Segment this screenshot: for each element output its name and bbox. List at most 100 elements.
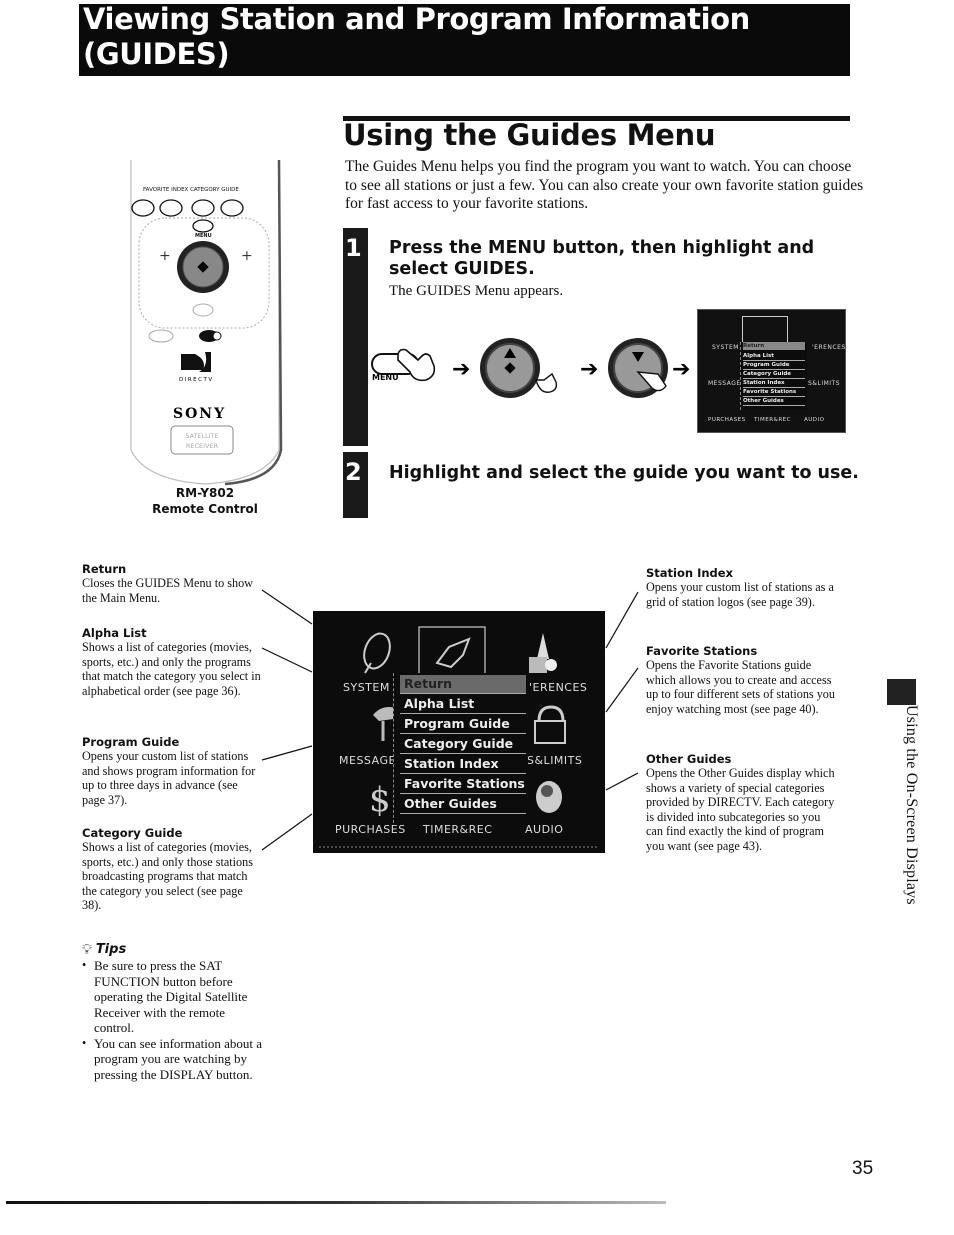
guides-submenu: Return Alpha List Program Guide Category… <box>393 673 528 823</box>
menu-item-favorite-stations[interactable]: Favorite Stations <box>400 775 526 794</box>
power-switch-icon[interactable] <box>199 330 222 342</box>
step-1-number: 1 <box>345 234 362 262</box>
lock-icon <box>534 705 566 744</box>
favorite-button[interactable] <box>131 199 155 217</box>
mini-menu-item: Alpha List <box>743 352 805 361</box>
annotation-station-index: Station Index Opens your custom list of … <box>646 566 836 609</box>
callout-line-alpha-list <box>261 647 313 673</box>
label-system: SYSTEM <box>343 681 390 694</box>
arrow-icon: ➔ <box>580 357 598 382</box>
annotation-title: Category Guide <box>82 826 183 840</box>
preferences-icon <box>529 633 557 673</box>
pointing-hand-icon <box>535 372 558 393</box>
directional-pad-select-icon <box>608 338 668 398</box>
label-preferences: 'ERENCES <box>529 681 588 694</box>
badge-line1: SATELLITE <box>185 432 219 440</box>
annotation-body: Shows a list of categories (movies, spor… <box>82 840 253 912</box>
label-locks-limits: S&LIMITS <box>527 754 583 767</box>
arrow-icon: ➔ <box>452 357 470 382</box>
remote-body: + + DIRECTV SONY SATELLITE RECEIVER <box>130 159 283 486</box>
step-1-subtext: The GUIDES Menu appears. <box>389 283 564 299</box>
mini-label-timer: TIMER&REC <box>754 417 791 423</box>
page-number: 35 <box>852 1158 874 1179</box>
index-label: INDEX <box>171 187 189 193</box>
section-thumb-tab <box>887 679 916 705</box>
annotation-title: Favorite Stations <box>646 644 758 658</box>
index-button[interactable] <box>159 199 183 217</box>
chapter-title-banner: Viewing Station and Program Information … <box>79 2 850 76</box>
satellite-dish-icon <box>363 632 391 674</box>
menu-navigation-diagram: MENU ➔ ➔ ➔ <box>371 338 690 398</box>
sony-logo: SONY <box>173 406 226 422</box>
callout-line-favorite-stations <box>605 667 639 713</box>
annotation-body: Closes the GUIDES Menu to show the Main … <box>82 576 253 605</box>
callout-line-category-guide <box>261 813 313 851</box>
svg-text:$: $ <box>369 780 391 820</box>
annotation-other-guides: Other Guides Opens the Other Guides disp… <box>646 752 836 853</box>
bullet: • <box>82 958 87 972</box>
annotation-body: Opens your custom list of stations and s… <box>82 749 256 807</box>
menu-item-station-index[interactable]: Station Index <box>400 755 526 774</box>
footer-rule <box>6 1201 666 1204</box>
guide-label: GUIDE <box>221 187 239 193</box>
section-title: Using the Guides Menu <box>343 118 716 152</box>
remote-control-illustration: + + DIRECTV SONY SATELLITE RECEIVER FAVO… <box>125 150 285 490</box>
step-1-bar: 1 <box>343 228 368 446</box>
step-2-heading: Highlight and select the guide you want … <box>389 463 859 483</box>
menu-item-program-guide[interactable]: Program Guide <box>400 715 526 734</box>
annotation-category-guide: Category Guide Shows a list of categorie… <box>82 826 262 913</box>
guides-menu-thumbnail: SYSTEM 'ERENCES MESSAGES S&LIMITS PURCHA… <box>697 309 846 433</box>
annotation-body: Opens the Other Guides display which sho… <box>646 766 835 853</box>
callout-line-return <box>261 589 313 625</box>
directv-text: DIRECTV <box>179 377 214 383</box>
mini-label-audio: AUDIO <box>804 417 825 423</box>
section-side-label: Using the On-Screen Displays <box>903 705 920 905</box>
category-button[interactable] <box>191 199 215 217</box>
mini-menu-item: Other Guides <box>743 397 805 406</box>
annotation-title: Program Guide <box>82 735 180 749</box>
badge-line2: RECEIVER <box>186 442 219 450</box>
remote-button-labels: FAVORITE INDEX CATEGORY GUIDE <box>143 187 239 193</box>
tips-title: Tips <box>95 942 127 957</box>
dollar-icon: $ <box>369 780 391 820</box>
svg-text:+: + <box>159 248 171 264</box>
label-purchases: PURCHASES <box>335 823 406 836</box>
annotation-body: Shows a list of categories (movies, spor… <box>82 640 261 698</box>
mini-label-system: SYSTEM <box>712 344 739 351</box>
mini-label-preferences: 'ERENCES <box>812 344 846 351</box>
chapter-title-line1: Viewing Station and Program Information <box>83 2 750 36</box>
annotation-title: Return <box>82 562 127 576</box>
annotation-body: Opens the Favorite Stations guide which … <box>646 658 835 716</box>
mini-menu-item: Program Guide <box>743 361 805 370</box>
tip-item: • Be sure to press the SAT FUNCTION butt… <box>82 958 267 1036</box>
step-2-number: 2 <box>345 458 362 486</box>
mini-menu-panel: Return Alpha List Program Guide Category… <box>740 342 807 410</box>
remote-caption: Remote Control <box>152 502 258 516</box>
menu-button-label: MENU <box>372 373 399 382</box>
mini-label-purchases: PURCHASES <box>708 417 746 423</box>
chapter-title: Viewing Station and Program Information … <box>83 2 750 72</box>
arrow-icon: ➔ <box>672 357 690 382</box>
category-label: CATEGORY <box>190 187 220 193</box>
annotation-body: Opens your custom list of stations as a … <box>646 580 834 609</box>
pressing-hand-icon <box>397 348 436 382</box>
menu-button[interactable] <box>192 219 214 233</box>
menu-label: MENU <box>195 233 212 239</box>
guide-button[interactable] <box>220 199 244 217</box>
step-1-heading: Press the MENU button, then highlight an… <box>389 238 815 279</box>
label-timer-rec: TIMER&REC <box>423 823 493 836</box>
step-2-bar: 2 <box>343 452 368 518</box>
annotation-favorite-stations: Favorite Stations Opens the Favorite Sta… <box>646 644 836 716</box>
directional-pad-up-icon <box>480 338 540 398</box>
svg-text:+: + <box>241 248 253 264</box>
menu-item-category-guide[interactable]: Category Guide <box>400 735 526 754</box>
bullet: • <box>82 1035 87 1050</box>
menu-item-alpha-list[interactable]: Alpha List <box>400 695 526 714</box>
lightbulb-icon: 💡︎ <box>82 941 92 958</box>
annotation-alpha-list: Alpha List Shows a list of categories (m… <box>82 626 264 698</box>
annotation-title: Station Index <box>646 566 733 580</box>
menu-item-other-guides[interactable]: Other Guides <box>400 795 526 814</box>
menu-item-return[interactable]: Return <box>400 675 526 694</box>
remote-model: RM-Y802 <box>175 486 235 500</box>
mini-menu-item: Favorite Stations <box>743 388 805 397</box>
